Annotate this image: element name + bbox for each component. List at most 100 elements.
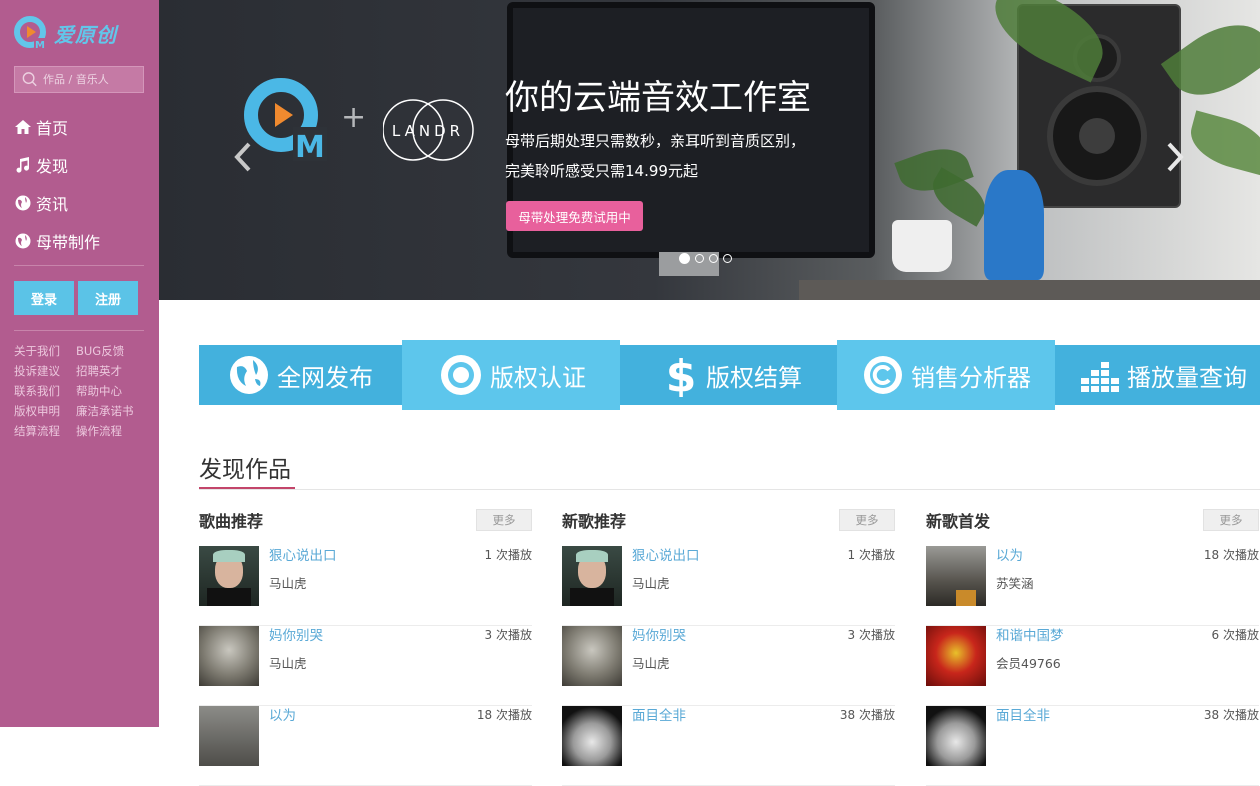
more-button[interactable]: 更多	[1203, 509, 1259, 531]
play-count: 3 次播放	[847, 628, 895, 642]
column-title: 新歌推荐	[562, 512, 627, 531]
banner-subtitle-line: 完美聆听感受只需14.99元起	[505, 162, 698, 180]
track-artist[interactable]: 会员49766	[996, 653, 1061, 672]
track-artist[interactable]: 马山虎	[632, 653, 670, 672]
column-new-song-recommend: 新歌推荐 更多 狠心说出口 马山虎 1 次播放 妈你别哭 马山虎 3 次播放 面…	[562, 506, 895, 786]
footer-link-bug[interactable]: BUG反馈	[76, 343, 146, 359]
track-cover[interactable]	[199, 626, 259, 686]
track-artist[interactable]: 苏笑涵	[996, 573, 1034, 592]
nav-label: 母带制作	[36, 233, 101, 252]
track-title[interactable]: 妈你别哭	[269, 624, 323, 644]
svg-text:M: M	[295, 130, 325, 161]
track-title[interactable]: 妈你别哭	[632, 624, 686, 644]
feature-sales-analyzer[interactable]: 销售分析器	[837, 340, 1055, 410]
footer-link-settlement[interactable]: 结算流程	[14, 423, 76, 439]
track-cover[interactable]	[562, 706, 622, 766]
nav-item-mastering[interactable]: 母带制作	[14, 222, 146, 260]
carousel-dots	[679, 253, 732, 264]
feature-play-count[interactable]: 播放量查询	[1055, 345, 1260, 405]
mastering-trial-button[interactable]: 母带处理免费试用中	[506, 201, 643, 231]
column-title: 新歌首发	[926, 512, 991, 531]
logo[interactable]: M 爱原创	[14, 16, 117, 50]
track-cover[interactable]	[926, 626, 986, 686]
carousel-dot[interactable]	[723, 254, 732, 263]
landr-logo: LANDR	[382, 78, 475, 186]
footer-link-jobs[interactable]: 招聘英才	[76, 363, 146, 379]
track-artist[interactable]: 马山虎	[269, 653, 307, 672]
carousel-dot[interactable]	[679, 253, 690, 264]
carousel-dot[interactable]	[709, 254, 718, 263]
track-artist[interactable]: 马山虎	[269, 573, 307, 592]
nav-label: 首页	[36, 119, 69, 138]
track-item: 狠心说出口 马山虎 1 次播放	[199, 546, 532, 626]
next-arrow-icon[interactable]	[1161, 140, 1187, 174]
section-title-underline	[199, 487, 295, 489]
nav-item-home[interactable]: 首页	[14, 108, 146, 146]
play-count: 18 次播放	[476, 708, 532, 722]
feature-publish[interactable]: 全网发布	[199, 345, 402, 405]
prev-arrow-icon[interactable]	[231, 140, 257, 174]
footer-link-copyright[interactable]: 版权申明	[14, 403, 76, 419]
target-icon	[441, 355, 481, 395]
banner-subtitle-line: 母带后期处理只需数秒，亲耳听到音质区别，	[505, 132, 806, 150]
carousel-dot[interactable]	[695, 254, 704, 263]
footer-link-complaint[interactable]: 投诉建议	[14, 363, 76, 379]
portrait-shape	[570, 588, 614, 606]
more-button[interactable]: 更多	[839, 509, 895, 531]
track-cover[interactable]	[562, 626, 622, 686]
track-title[interactable]: 以为	[996, 544, 1023, 564]
hero-banner[interactable]: M + LANDR 你的云端音效工作室 母带后期处理只需数秒，亲耳听到音质区别，…	[159, 0, 1260, 300]
track-cover[interactable]	[926, 706, 986, 766]
track-artist[interactable]: 马山虎	[632, 573, 670, 592]
landr-logo-text: LANDR	[392, 122, 464, 140]
track-item: 以为 苏笑涵 18 次播放	[926, 546, 1259, 626]
track-cover[interactable]	[199, 546, 259, 606]
music-note-icon	[16, 157, 30, 173]
banner-subtitle: 母带后期处理只需数秒，亲耳听到音质区别， 完美聆听感受只需14.99元起	[505, 126, 805, 186]
footer-link-operation[interactable]: 操作流程	[76, 423, 146, 439]
nav-item-discover[interactable]: 发现	[14, 146, 146, 184]
svg-text:M: M	[35, 40, 45, 50]
track-title[interactable]: 狠心说出口	[632, 544, 700, 564]
footer-link-about[interactable]: 关于我们	[14, 343, 76, 359]
track-title[interactable]: 面目全非	[996, 704, 1050, 724]
portrait-shape	[576, 550, 608, 562]
track-cover[interactable]	[199, 706, 259, 766]
copyright-icon	[864, 356, 902, 394]
footer-link-integrity[interactable]: 廉洁承诺书	[76, 403, 146, 419]
track-title[interactable]: 面目全非	[632, 704, 686, 724]
logo-icon: M	[14, 16, 47, 50]
track-cover[interactable]	[926, 546, 986, 606]
track-item: 狠心说出口 马山虎 1 次播放	[562, 546, 895, 626]
section-divider	[199, 489, 1260, 490]
cover-shape	[956, 590, 976, 606]
feature-label: 版权结算	[706, 363, 802, 392]
footer-link-contact[interactable]: 联系我们	[14, 383, 76, 399]
footer-link-help[interactable]: 帮助中心	[76, 383, 146, 399]
plus-sign: +	[341, 100, 367, 135]
track-title[interactable]: 以为	[269, 704, 296, 724]
track-title[interactable]: 和谐中国梦	[996, 624, 1064, 644]
track-cover[interactable]	[562, 546, 622, 606]
speaker-woofer-graphic	[1047, 86, 1147, 186]
portrait-shape	[213, 550, 245, 562]
bar-chart-icon	[1081, 362, 1119, 392]
track-title[interactable]: 狠心说出口	[269, 544, 337, 564]
feature-label: 播放量查询	[1127, 363, 1247, 392]
play-count: 1 次播放	[847, 548, 895, 562]
feature-certification[interactable]: 版权认证	[402, 340, 620, 410]
nav-item-news[interactable]: 资讯	[14, 184, 146, 222]
section-title: 发现作品	[199, 457, 291, 483]
feature-settlement[interactable]: $ 版权结算	[620, 345, 837, 405]
leaf-graphic	[1184, 110, 1260, 176]
more-button[interactable]: 更多	[476, 509, 532, 531]
track-item: 面目全非 38 次播放	[562, 706, 895, 786]
column-header: 新歌首发 更多	[926, 506, 1259, 534]
register-button[interactable]: 注册	[78, 281, 138, 315]
login-button[interactable]: 登录	[14, 281, 74, 315]
column-header: 新歌推荐 更多	[562, 506, 895, 534]
search-box[interactable]	[14, 66, 144, 93]
search-input[interactable]	[40, 67, 143, 92]
logo-text: 爱原创	[54, 22, 117, 47]
main-nav: 首页 发现 资讯 母带制作	[14, 108, 146, 260]
